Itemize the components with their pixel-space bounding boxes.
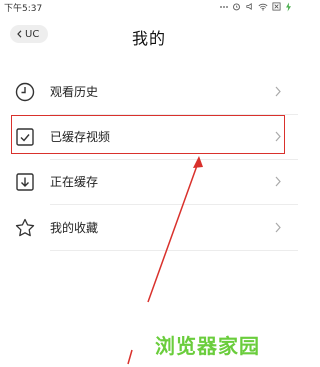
annotation-arrow [127, 156, 203, 365]
watermark-text: 浏览器家园 [155, 334, 260, 358]
